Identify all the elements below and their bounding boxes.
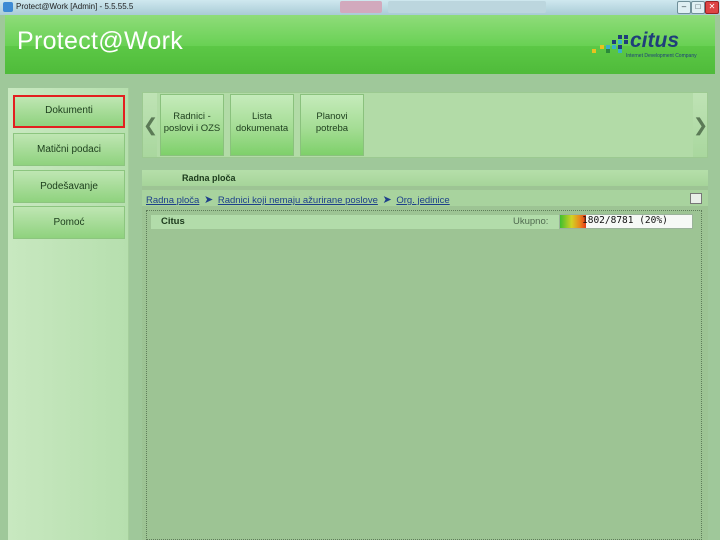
- breadcrumb-link[interactable]: Radna ploča: [146, 195, 199, 206]
- dashboard-panel: Radna ploča Radna ploča ➤ Radnici koji n…: [142, 170, 708, 540]
- maximize-button[interactable]: □: [691, 1, 705, 14]
- progress-bar: 1802/8781 (20%): [559, 214, 693, 229]
- breadcrumb: Radna ploča ➤ Radnici koji nemaju ažurir…: [146, 193, 450, 206]
- logo-dots-icon: [588, 35, 632, 53]
- breadcrumb-arrow-icon: ➤: [382, 194, 392, 206]
- nav-item-dokumenti[interactable]: Dokumenti: [13, 95, 125, 128]
- panel-title: Radna ploča: [182, 173, 236, 183]
- panel-title-bar: Radna ploča: [142, 170, 708, 186]
- nav-item-pomoc[interactable]: Pomoć: [13, 206, 125, 239]
- ribbon-toolbar: ❮ Radnici - poslovi i OZS Lista dokumena…: [142, 92, 708, 158]
- window-title: Protect@Work [Admin] - 5.5.55.5: [16, 2, 134, 11]
- ribbon-scroll-right-icon[interactable]: ❯: [693, 93, 708, 157]
- app-icon: [3, 2, 13, 12]
- print-icon[interactable]: [690, 193, 702, 204]
- citus-logo: citus Internet Development Company: [588, 29, 713, 59]
- total-label: Ukupno:: [513, 216, 549, 227]
- tree-row[interactable]: Citus Ukupno: 1802/8781 (20%): [151, 214, 693, 229]
- logo-word: citus: [630, 29, 680, 52]
- breadcrumb-arrow-icon: ➤: [204, 194, 214, 206]
- logo-tagline: Internet Development Company: [626, 53, 697, 59]
- ribbon-tile-lista-dokumenata[interactable]: Lista dokumenata: [230, 94, 294, 156]
- progress-text: 1802/8781 (20%): [582, 215, 668, 226]
- taskbar-tab[interactable]: [340, 1, 382, 13]
- minimize-button[interactable]: –: [677, 1, 691, 14]
- breadcrumb-link[interactable]: Org. jedinice: [396, 195, 449, 206]
- close-button[interactable]: ✕: [705, 1, 719, 14]
- ribbon-tile-planovi-potreba[interactable]: Planovi potreba: [300, 94, 364, 156]
- nav-item-podesavanje[interactable]: Podešavanje: [13, 170, 125, 203]
- taskbar-tab[interactable]: [388, 1, 546, 13]
- ribbon-scroll-left-icon[interactable]: ❮: [143, 93, 158, 157]
- window-title-bar: Protect@Work [Admin] - 5.5.55.5 – □ ✕: [0, 0, 720, 15]
- org-unit-tree: Citus Ukupno: 1802/8781 (20%): [146, 210, 702, 540]
- ribbon-tile-radnici[interactable]: Radnici - poslovi i OZS: [160, 94, 224, 156]
- breadcrumb-link[interactable]: Radnici koji nemaju ažurirane poslove: [218, 195, 378, 206]
- tree-row-name[interactable]: Citus: [161, 216, 185, 227]
- app-name: Protect@Work: [17, 27, 184, 55]
- nav-item-maticni-podaci[interactable]: Matični podaci: [13, 133, 125, 166]
- app-header: Protect@Work citus Internet Development …: [5, 15, 715, 74]
